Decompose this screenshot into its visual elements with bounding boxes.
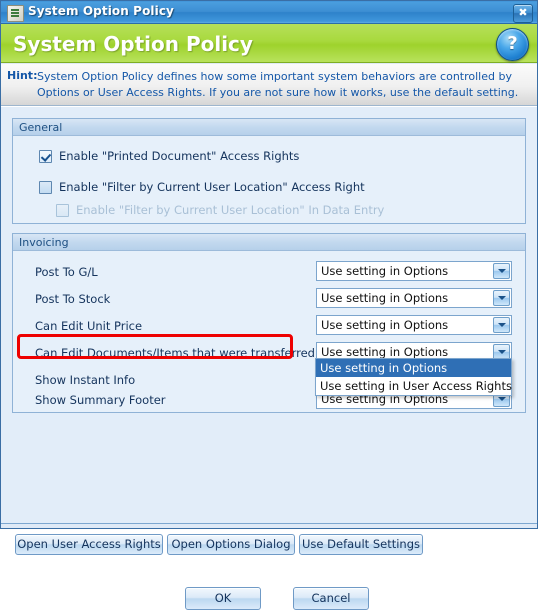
combo-value-can-edit-unit-price: Use setting in Options [321, 318, 449, 332]
option-label-can-edit-unit-price: Can Edit Unit Price [35, 319, 143, 333]
dropdown-list-can-edit-transferred[interactable]: Use setting in Options Use setting in Us… [315, 358, 512, 396]
checkbox-row-printed-document[interactable]: Enable "Printed Document" Access Rights [39, 149, 299, 163]
option-label-post-to-gl: Post To G/L [35, 265, 98, 279]
option-label-show-instant-info: Show Instant Info [35, 373, 136, 387]
checkbox-label-filter-user-location: Enable "Filter by Current User Location"… [59, 180, 365, 194]
option-label-post-to-stock: Post To Stock [35, 292, 111, 306]
checkbox-printed-document[interactable] [39, 149, 52, 163]
chevron-down-icon[interactable] [493, 290, 510, 306]
system-option-policy-window: System Option Policy ✖ System Option Pol… [0, 0, 538, 610]
checkbox-label-filter-data-entry: Enable "Filter by Current User Location"… [76, 203, 385, 217]
dropdown-item-use-setting-options[interactable]: Use setting in Options [316, 359, 511, 377]
group-general: General Enable "Printed Document" Access… [12, 118, 526, 224]
checkbox-filter-data-entry [56, 203, 69, 217]
combo-value-post-to-gl: Use setting in Options [321, 264, 449, 278]
header-banner: System Option Policy ? [1, 24, 537, 63]
window-document-icon [7, 5, 24, 22]
hint-bar: Hint: System Option Policy defines how s… [1, 64, 537, 106]
group-invoicing-title: Invoicing [19, 236, 69, 249]
checkbox-row-filter-user-location[interactable]: Enable "Filter by Current User Location"… [39, 180, 365, 194]
combo-post-to-gl[interactable]: Use setting in Options [316, 261, 512, 281]
checkbox-filter-user-location[interactable] [39, 180, 52, 194]
dialog-body: General Enable "Printed Document" Access… [1, 106, 537, 610]
dropdown-item-use-setting-user-access-rights[interactable]: Use setting in User Access Rights [316, 377, 512, 395]
bottom-divider [1, 523, 537, 528]
checkbox-row-filter-data-entry: Enable "Filter by Current User Location"… [56, 203, 384, 217]
page-title: System Option Policy [13, 32, 253, 56]
group-general-title: General [19, 121, 63, 134]
chevron-down-icon[interactable] [493, 263, 510, 279]
option-row-post-to-gl: Post To G/L Use setting in Options [13, 261, 525, 285]
open-user-access-rights-button[interactable]: Open User Access Rights [15, 534, 163, 555]
combo-value-post-to-stock: Use setting in Options [321, 291, 449, 305]
option-label-can-edit-transferred: Can Edit Documents/Items that were trans… [35, 346, 315, 360]
combo-can-edit-unit-price[interactable]: Use setting in Options [316, 315, 512, 335]
help-question-icon[interactable]: ? [496, 28, 529, 61]
option-row-can-edit-unit-price: Can Edit Unit Price Use setting in Optio… [13, 315, 525, 339]
hint-label: Hint: [7, 69, 38, 82]
group-invoicing-header: Invoicing [13, 234, 525, 251]
option-label-show-summary-footer: Show Summary Footer [35, 393, 166, 407]
ok-button[interactable]: OK [185, 587, 261, 610]
checkbox-label-printed-document: Enable "Printed Document" Access Rights [59, 149, 300, 163]
combo-post-to-stock[interactable]: Use setting in Options [316, 288, 512, 308]
combo-value-can-edit-transferred: Use setting in Options [321, 345, 449, 359]
close-icon[interactable]: ✖ [513, 4, 533, 23]
title-bar: System Option Policy ✖ [1, 1, 537, 24]
window-title: System Option Policy [28, 4, 174, 18]
chevron-down-icon[interactable] [493, 317, 510, 333]
open-options-dialog-button[interactable]: Open Options Dialog [167, 534, 295, 555]
hint-text: System Option Policy defines how some im… [37, 70, 519, 99]
cancel-button[interactable]: Cancel [293, 587, 369, 610]
option-row-post-to-stock: Post To Stock Use setting in Options [13, 288, 525, 312]
use-default-settings-button[interactable]: Use Default Settings [299, 534, 423, 555]
group-general-header: General [13, 119, 525, 136]
